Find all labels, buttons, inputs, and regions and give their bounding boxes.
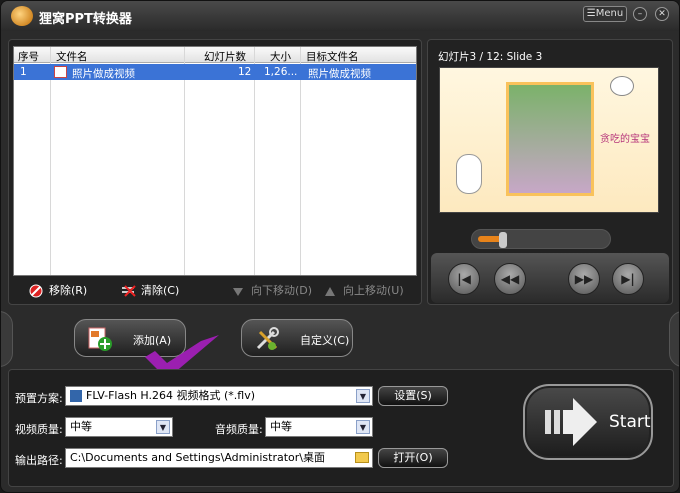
slide-label: 幻灯片3 / 12: Slide 3 xyxy=(438,51,543,63)
start-button[interactable]: Start xyxy=(523,384,653,460)
move-up-button[interactable]: 向上移动(U) xyxy=(323,282,404,298)
video-quality-label: 视频质量: xyxy=(15,423,63,436)
minimize-icon[interactable]: – xyxy=(633,7,647,21)
column-divider xyxy=(50,47,51,275)
column-divider xyxy=(184,47,185,275)
preset-value: FLV-Flash H.264 视频格式 (*.flv) xyxy=(86,389,256,402)
folder-icon[interactable] xyxy=(355,452,369,463)
settings-button[interactable]: 设置(S) xyxy=(378,386,448,406)
video-quality-value: 中等 xyxy=(70,420,92,433)
cartoon-image xyxy=(610,76,634,96)
custom-label: 自定义(C) xyxy=(300,334,350,347)
last-slide-icon[interactable]: ▶| xyxy=(612,263,644,295)
menu-button[interactable]: ☰Menu xyxy=(583,6,627,22)
move-up-label: 向上移动(U) xyxy=(343,284,404,297)
chevron-down-icon[interactable]: ▼ xyxy=(156,420,170,434)
remove-button[interactable]: 移除(R) xyxy=(29,282,87,298)
table-header: 序号 文件名 幻灯片数 大小 目标文件名 xyxy=(14,47,416,63)
left-edge-decoration xyxy=(1,311,13,367)
start-arrow-icon xyxy=(545,398,597,446)
previous-slide-icon[interactable]: ◀◀ xyxy=(494,263,526,295)
header-filename[interactable]: 文件名 xyxy=(56,49,88,64)
cell-index: 1 xyxy=(20,66,27,78)
table-row[interactable]: 1 照片做成视频 12 1,26... 照片做成视频 xyxy=(14,64,416,80)
tools-icon xyxy=(254,326,280,352)
output-path-value: C:\Documents and Settings\Administrator\… xyxy=(70,451,326,464)
audio-quality-label: 音频质量: xyxy=(215,423,263,436)
close-icon[interactable]: ✕ xyxy=(655,7,669,21)
arrow-down-icon xyxy=(231,284,245,298)
column-divider xyxy=(300,47,301,275)
bunny-image xyxy=(456,154,482,194)
preview-progress-slider[interactable] xyxy=(471,229,611,249)
header-slides[interactable]: 幻灯片数 xyxy=(204,49,246,64)
flash-format-icon xyxy=(70,390,82,402)
header-target[interactable]: 目标文件名 xyxy=(306,49,359,64)
next-slide-icon[interactable]: ▶▶ xyxy=(568,263,600,295)
output-path-field[interactable]: C:\Documents and Settings\Administrator\… xyxy=(65,448,373,468)
add-file-icon xyxy=(87,326,113,352)
cell-filename: 照片做成视频 xyxy=(72,68,135,80)
move-down-label: 向下移动(D) xyxy=(251,284,313,297)
chevron-down-icon[interactable]: ▼ xyxy=(356,420,370,434)
slider-thumb[interactable] xyxy=(499,232,507,248)
clear-icon xyxy=(121,284,136,298)
clear-button[interactable]: 清除(C) xyxy=(121,282,179,298)
output-path-label: 输出路径: xyxy=(15,454,63,467)
app-title: 狸窝PPT转换器 xyxy=(39,12,132,27)
title-bar: 狸窝PPT转换器 ☰Menu – ✕ xyxy=(1,1,679,31)
first-slide-icon[interactable]: |◀ xyxy=(448,263,480,295)
custom-button[interactable]: 自定义(C) xyxy=(241,319,353,357)
cell-target: 照片做成视频 xyxy=(308,68,371,80)
cell-size: 1,26... xyxy=(264,66,298,78)
ppt-file-icon xyxy=(54,66,67,78)
slide-preview: 贪吃的宝宝 xyxy=(439,67,659,213)
chevron-down-icon[interactable]: ▼ xyxy=(356,389,370,403)
cell-slides: 12 xyxy=(238,66,252,78)
app-logo-icon xyxy=(11,6,33,26)
start-label: Start xyxy=(609,412,651,432)
column-divider xyxy=(254,47,255,275)
remove-label: 移除(R) xyxy=(49,284,88,297)
remove-icon xyxy=(29,284,43,298)
slide-photo xyxy=(506,82,594,196)
open-button[interactable]: 打开(O) xyxy=(378,448,448,468)
audio-quality-value: 中等 xyxy=(270,420,292,433)
file-table[interactable]: 序号 文件名 幻灯片数 大小 目标文件名 1 照片做成视频 12 1,26...… xyxy=(13,46,417,276)
preset-select[interactable]: FLV-Flash H.264 视频格式 (*.flv) ▼ xyxy=(65,386,373,406)
right-edge-decoration xyxy=(669,311,679,367)
audio-quality-select[interactable]: 中等 ▼ xyxy=(265,417,373,437)
video-quality-select[interactable]: 中等 ▼ xyxy=(65,417,173,437)
clear-label: 清除(C) xyxy=(141,284,180,297)
arrow-up-icon xyxy=(323,284,337,298)
main-window: 狸窝PPT转换器 ☰Menu – ✕ 序号 文件名 幻灯片数 大小 目标文件名 … xyxy=(0,0,680,493)
preset-label: 预置方案: xyxy=(15,392,63,405)
slide-caption: 贪吃的宝宝 xyxy=(600,134,650,145)
header-size[interactable]: 大小 xyxy=(270,49,291,64)
move-down-button[interactable]: 向下移动(D) xyxy=(231,282,312,298)
header-index[interactable]: 序号 xyxy=(18,49,39,64)
